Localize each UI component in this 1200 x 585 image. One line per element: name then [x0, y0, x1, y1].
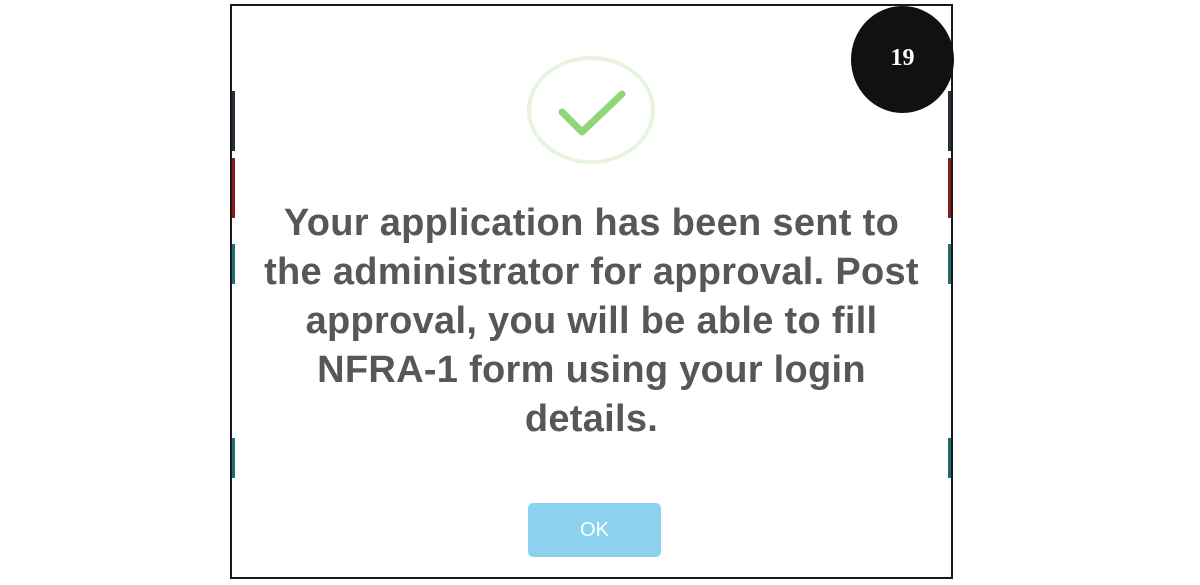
background-edge [948, 91, 951, 151]
background-edge [948, 244, 951, 284]
checkmark-circle-icon [527, 56, 655, 164]
screenshot-stage: Your application has been sent to the ad… [0, 0, 1200, 585]
dialog-message: Your application has been sent to the ad… [264, 202, 919, 440]
background-edge [948, 158, 951, 218]
ok-button[interactable]: OK [528, 503, 661, 557]
step-number-badge: 19 [851, 6, 954, 113]
screenshot-frame: Your application has been sent to the ad… [230, 4, 953, 579]
success-dialog: Your application has been sent to the ad… [235, 6, 948, 574]
background-edge [948, 438, 951, 478]
